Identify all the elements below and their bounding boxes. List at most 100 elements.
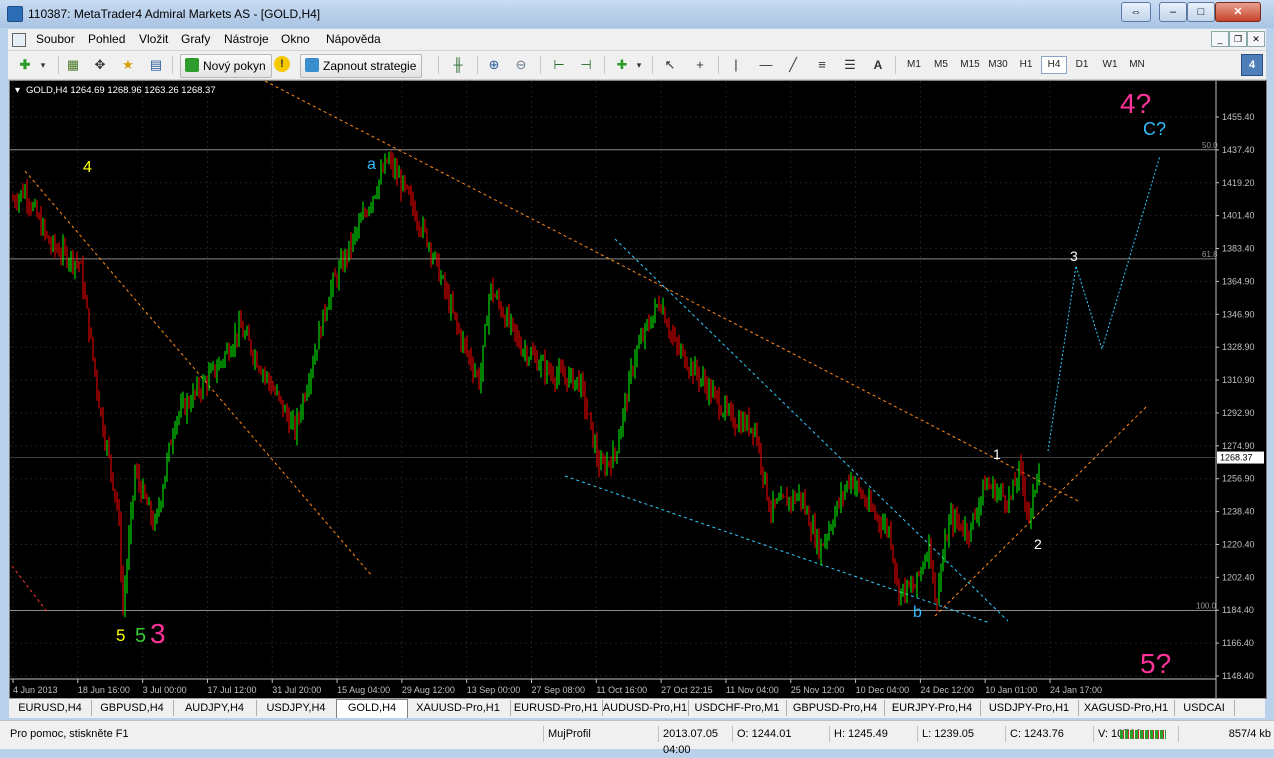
chart-area[interactable]: 1455.40 1437.40 1419.20 1401.40 1383.40 1364.… [9,80,1267,699]
timeframe-m5[interactable]: M5 [929,57,953,73]
menu-pohled[interactable]: Pohled [88,32,125,46]
tab-audusd-pro-h1[interactable]: AUDUSD-Pro,H1 [602,700,689,716]
new-order-icon [185,58,199,72]
price-chart[interactable]: 1455.40 1437.40 1419.20 1401.40 1383.40 1364.… [10,80,1266,698]
trendline-icon[interactable]: ╱ [784,56,802,74]
autoscroll-icon[interactable]: ⊣ [577,56,595,74]
tab-gold-h4[interactable]: GOLD,H4 [336,699,408,718]
price-label: 1364.90 [1222,276,1255,286]
time-label: 10 Dec 04:00 [856,685,910,695]
auto-trading-label: Zapnout strategie [323,59,417,73]
tab-audjpy-h4[interactable]: AUDJPY,H4 [173,700,257,716]
crosshair-move-icon[interactable]: ✥ [91,56,109,74]
horizontal-line-icon[interactable]: — [757,56,775,74]
fibonacci-icon[interactable]: ☰ [841,56,859,74]
time-label: 27 Oct 22:15 [661,685,713,695]
price-label: 1166.40 [1222,638,1254,648]
zoom-out-icon[interactable]: ⊖ [512,56,530,74]
tab-eurjpy-pro-h4[interactable]: EURJPY-Pro,H4 [884,700,981,716]
menu-grafy[interactable]: Grafy [181,32,210,46]
time-label: 15 Aug 04:00 [337,685,390,695]
status-profile[interactable]: MujProfil [543,726,658,742]
restore-size-button[interactable]: ⇔ [1121,2,1151,22]
channel-icon[interactable]: ≡ [813,56,831,74]
toolbar: ✚ ▾ ▦ ✥ ★ ▤ Nový pokyn ! Zapnout strateg… [8,51,1266,80]
wave-projection [1047,155,1161,452]
menu-vlozit[interactable]: Vložit [139,32,168,46]
favorites-icon[interactable]: ★ [119,56,137,74]
timeframe-h1[interactable]: H1 [1014,57,1038,73]
vertical-line-icon[interactable]: | [727,56,745,74]
chart-window-icon[interactable] [12,33,26,47]
bar-chart-icon[interactable]: ╫ [449,56,467,74]
auto-trading-button[interactable]: Zapnout strategie [300,54,423,78]
time-label: 29 Aug 12:00 [402,685,455,695]
menu-okno[interactable]: Okno [281,32,310,46]
tab-usdchf-pro-m1[interactable]: USDCHF-Pro,M1 [688,700,787,716]
toolbar-separator [172,56,173,74]
price-label: 1220.40 [1222,539,1255,549]
chart-shift-icon[interactable]: ⊢ [550,56,568,74]
timeframe-m1[interactable]: M1 [902,57,926,73]
mdi-restore-button[interactable]: ❐ [1229,31,1247,47]
new-order-button[interactable]: Nový pokyn [180,54,272,78]
menu-soubor[interactable]: Soubor [36,32,75,46]
new-order-label: Nový pokyn [203,59,266,73]
timeframe-m15[interactable]: M15 [958,57,982,73]
timeframe-d1[interactable]: D1 [1070,57,1094,73]
tab-usdcai[interactable]: USDCAI [1174,700,1235,716]
time-label: 10 Jan 01:00 [985,685,1037,695]
tab-usdjpy-pro-h1[interactable]: USDJPY-Pro,H1 [980,700,1079,716]
toolbar-separator [438,56,439,74]
timeframe-h4[interactable]: H4 [1041,56,1067,74]
wave-label-cq: C? [1143,119,1166,139]
maximize-button[interactable]: □ [1187,2,1215,22]
timeframe-mn[interactable]: MN [1125,57,1149,73]
tab-usdjpy-h4[interactable]: USDJPY,H4 [256,700,337,716]
crosshair-icon[interactable]: + [691,56,709,74]
time-label: 25 Nov 12:00 [791,685,845,695]
zoom-in-icon[interactable]: ⊕ [485,56,503,74]
price-label: 1202.40 [1222,572,1255,582]
minimize-button[interactable]: – [1159,2,1187,22]
notifications-badge[interactable]: 4 [1241,54,1263,76]
tab-eurusd-h4[interactable]: EURUSD,H4 [9,700,92,716]
time-label: 18 Jun 16:00 [78,685,130,695]
price-label: 1437.40 [1222,145,1255,155]
warning-icon[interactable]: ! [274,56,290,72]
new-chart-icon[interactable]: ✚ [16,56,34,74]
wave-label-4-top: 4 [83,159,92,176]
trendlines [11,80,1148,624]
connection-meter-icon [1120,730,1166,739]
trendline-lower-orange [934,405,1148,617]
menu-nastroje[interactable]: Nástroje [224,32,269,46]
tab-gbpusd-h4[interactable]: GBPUSD,H4 [91,700,174,716]
wave-label-4q: 4? [1120,88,1151,119]
status-help: Pro pomoc, stiskněte F1 [10,728,129,740]
time-label: 11 Nov 04:00 [726,685,779,695]
cursor-icon[interactable]: ↖ [661,56,679,74]
indicators-icon[interactable]: ✚ [613,56,631,74]
wave-label-2: 2 [1034,536,1042,552]
tab-xagusd-pro-h1[interactable]: XAGUSD-Pro,H1 [1078,700,1175,716]
wave-label-5q: 5? [1140,648,1171,679]
mdi-close-button[interactable]: ✕ [1247,31,1265,47]
tab-eurusd-pro-h1[interactable]: EURUSD-Pro,H1 [510,700,603,716]
fib-618-label: 61.8 [1202,250,1218,259]
price-label: 1383.40 [1222,244,1255,254]
indicators-dropdown-icon[interactable]: ▾ [630,56,648,74]
timeframe-w1[interactable]: W1 [1098,57,1122,73]
profiles-icon[interactable]: ▦ [64,56,82,74]
menu-napoveda[interactable]: Nápověda [326,32,381,46]
tab-xauusd-pro-h1[interactable]: XAUUSD-Pro,H1 [406,700,511,716]
mdi-minimize-button[interactable]: _ [1211,31,1229,47]
navigator-icon[interactable]: ▤ [147,56,165,74]
app-icon [7,6,23,22]
text-tool-icon[interactable]: A [869,56,887,74]
time-label: 3 Jul 00:00 [143,685,187,695]
tab-gbpusd-pro-h4[interactable]: GBPUSD-Pro,H4 [786,700,885,716]
timeframe-m30[interactable]: M30 [986,57,1010,73]
time-label: 24 Dec 12:00 [920,685,974,695]
close-button[interactable]: ✕ [1215,2,1261,22]
new-chart-dropdown-icon[interactable]: ▾ [34,56,52,74]
